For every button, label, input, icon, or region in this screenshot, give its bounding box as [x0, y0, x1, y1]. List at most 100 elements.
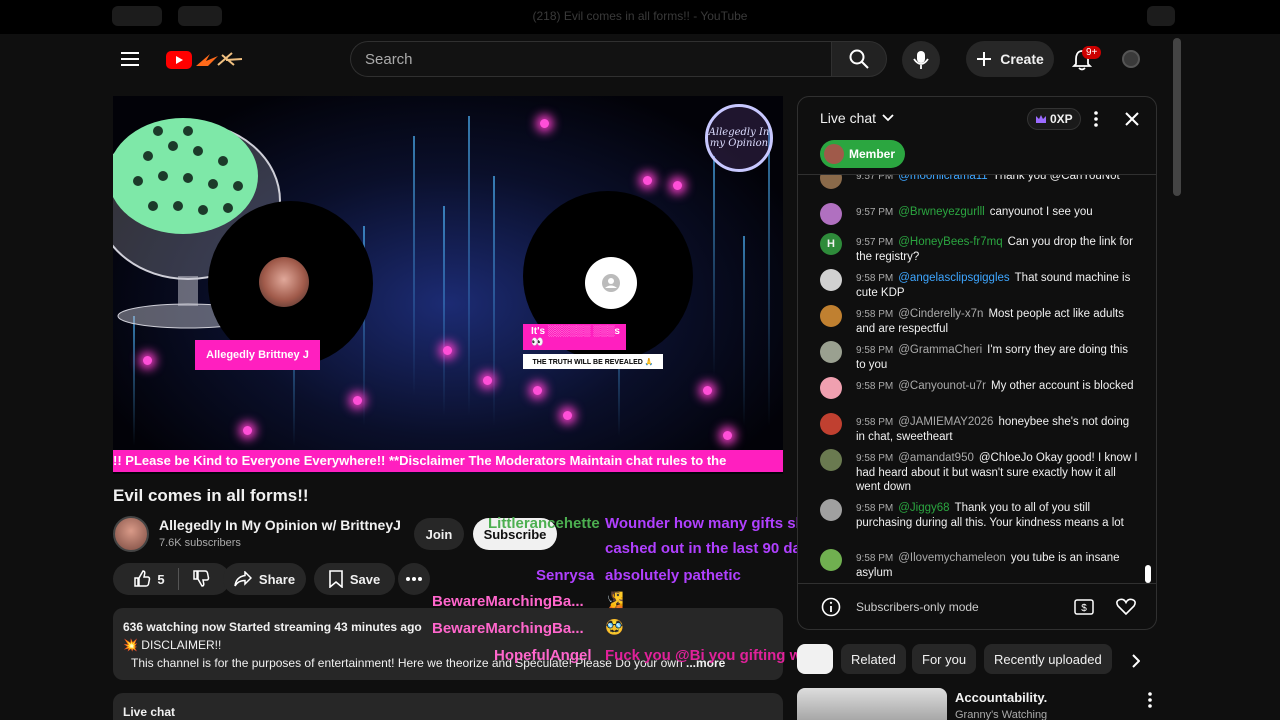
close-icon[interactable] [1120, 107, 1144, 131]
search-button[interactable] [831, 41, 887, 77]
chat-author-name[interactable]: @angelasclipsgiggles [898, 272, 1009, 284]
share-button[interactable]: Share [223, 563, 306, 595]
recommended-video-channel: Granny's Watching [955, 709, 1048, 720]
chat-more-icon[interactable] [1086, 107, 1106, 131]
scrolling-ticker: !! PLease be Kind to Everyone Everywhere… [113, 450, 783, 472]
guest-avatar-placeholder [585, 257, 637, 309]
chat-author-avatar[interactable] [820, 449, 842, 471]
crown-icon [1036, 115, 1046, 123]
chat-mode-dropdown[interactable]: Live chat [820, 110, 894, 126]
chat-author-name[interactable]: @moonlicrama11 [898, 175, 987, 182]
host-name-banner: Allegedly Brittney J [195, 340, 320, 370]
chat-author-name[interactable]: @amandat950 [898, 452, 974, 464]
chat-message[interactable]: 9:58 PM @Canyounot-u7r My other account is… [820, 377, 1140, 399]
chat-author-avatar[interactable] [820, 269, 842, 291]
plus-icon [977, 52, 992, 66]
chat-message[interactable]: 9:58 PM @angelasclipsgiggles That sound ma… [820, 269, 1140, 300]
chat-message[interactable]: 9:57 PM @Brwneyezgurlll canyounot I see yo… [820, 203, 1140, 225]
chat-header: Live chat 0XP Member [798, 97, 1156, 175]
chat-timestamp: 9:58 PM [856, 309, 894, 320]
more-actions-button[interactable] [398, 563, 430, 595]
recommended-video-title[interactable]: Accountability. [955, 690, 1047, 705]
xp-badge[interactable]: 0XP [1027, 108, 1081, 130]
chat-author-name[interactable]: @Ilovemychameleon [898, 552, 1006, 564]
chat-author-name[interactable]: @Jiggy68 [898, 502, 949, 514]
chat-author-avatar[interactable] [820, 499, 842, 521]
chip-for-you[interactable]: For you [912, 644, 977, 674]
live-chat-section-header[interactable]: Live chat [113, 693, 783, 720]
chat-timestamp: 9:57 PM [856, 175, 894, 182]
menu-icon[interactable] [118, 48, 142, 70]
chevron-right-icon[interactable] [1126, 650, 1146, 672]
channel-avatar[interactable] [113, 516, 149, 552]
chip-all[interactable] [797, 644, 833, 674]
search-icon [849, 49, 869, 69]
live-chat-panel: Live chat 0XP Member 9:57 PM @moonlicrama… [797, 96, 1157, 630]
save-label: Save [349, 571, 381, 587]
chat-author-name[interactable]: @JAMIEMAY2026 [898, 416, 993, 428]
guest-subtitle-tag: THE TRUTH WILL BE REVEALED 🙏 [523, 354, 663, 369]
chip-recently-uploaded[interactable]: Recently uploaded [984, 644, 1112, 674]
chat-message[interactable]: 9:58 PM @GrammaCheri I'm sorry they are do… [820, 341, 1140, 372]
subscriber-count: 7.6K subscribers [159, 537, 241, 549]
account-avatar[interactable] [1122, 50, 1140, 68]
microphone-icon [913, 51, 929, 69]
channel-logo-watermark: Allegedly In my Opinion [705, 104, 773, 172]
like-button[interactable]: 5 [133, 570, 165, 588]
chat-author-avatar[interactable] [820, 413, 842, 435]
super-chat-icon[interactable]: $ [1072, 596, 1096, 618]
chevron-down-icon [882, 114, 894, 122]
chat-message[interactable]: 9:58 PM @JAMIEMAY2026 honeybee she's not d… [820, 413, 1140, 444]
chat-author-avatar[interactable] [820, 341, 842, 363]
notification-count-badge: 9+ [1082, 46, 1102, 59]
chat-message-text: My other account is blocked [991, 380, 1134, 392]
chat-author-name[interactable]: @Brwneyezgurlll [898, 206, 984, 218]
share-window-button[interactable] [1147, 6, 1175, 26]
chat-message[interactable]: 9:57 PM @moonlicrama11 Thank you @CanYouNo… [820, 175, 1140, 189]
description-box[interactable]: 636 watching now Started streaming 43 mi… [113, 608, 783, 680]
video-title: Evil comes in all forms!! [113, 486, 309, 505]
chat-author-name[interactable]: @Cinderelly-x7n [898, 308, 983, 320]
window-titlebar: (218) Evil comes in all forms!! - YouTub… [0, 0, 1280, 34]
chat-author-avatar[interactable]: H [820, 233, 842, 255]
page-scrollbar[interactable] [1173, 38, 1181, 196]
chat-message-list[interactable]: 9:57 PM @moonlicrama11 Thank you @CanYouNo… [798, 175, 1143, 581]
recommended-video-thumbnail[interactable] [797, 688, 947, 720]
chat-author-avatar[interactable] [820, 203, 842, 225]
chat-author-avatar[interactable] [820, 549, 842, 571]
create-label: Create [1000, 51, 1044, 67]
chat-author-avatar[interactable] [820, 305, 842, 327]
chat-message-text: Most people act like adults and are resp… [856, 308, 1124, 335]
chat-author-name[interactable]: @HoneyBees-fr7mq [898, 236, 1002, 248]
chat-author-avatar[interactable] [820, 175, 842, 189]
voice-search-button[interactable] [902, 41, 940, 79]
overlay-chat-author: BewareMarchingBa... [432, 620, 584, 637]
more-vertical-icon[interactable] [1142, 690, 1158, 710]
chat-message[interactable]: H 9:57 PM @HoneyBees-fr7mq Can you drop the… [820, 233, 1140, 264]
video-player[interactable]: Allegedly Brittney J It's ░░░░░░ ░░░s👀 T… [113, 96, 783, 474]
save-button[interactable]: Save [314, 563, 395, 595]
chat-message[interactable]: 9:58 PM @amandat950 @ChloeJo Okay good! I … [820, 449, 1140, 494]
thumbs-down-icon [192, 569, 209, 587]
chat-timestamp: 9:57 PM [856, 207, 894, 218]
chat-timestamp: 9:58 PM [856, 553, 894, 564]
search-input[interactable]: Search [350, 41, 831, 77]
chat-message[interactable]: 9:58 PM @Ilovemychameleon you tube is an i… [820, 549, 1140, 580]
chat-message[interactable]: 9:58 PM @Jiggy68 Thank you to all of you s… [820, 499, 1140, 530]
channel-name[interactable]: Allegedly In My Opinion w/ BrittneyJ [159, 517, 401, 533]
chat-scrollbar[interactable] [1145, 565, 1151, 583]
member-badge-button[interactable]: Member [820, 140, 906, 168]
join-button[interactable]: Join [414, 518, 464, 550]
heart-icon[interactable] [1114, 596, 1138, 618]
create-button[interactable]: Create [966, 41, 1054, 77]
chat-author-avatar[interactable] [820, 377, 842, 399]
chat-message-text: Thank you to all of you still purchasing… [856, 502, 1124, 529]
chip-related[interactable]: Related [841, 644, 906, 674]
youtube-logo[interactable] [166, 49, 246, 71]
chat-message[interactable]: 9:58 PM @Cinderelly-x7n Most people act li… [820, 305, 1140, 336]
chat-author-name[interactable]: @Canyounot-u7r [898, 380, 986, 392]
like-dislike-group: 5 [113, 563, 230, 595]
chat-author-name[interactable]: @GrammaCheri [898, 344, 982, 356]
dislike-button[interactable] [192, 569, 210, 590]
info-icon[interactable] [820, 596, 842, 618]
